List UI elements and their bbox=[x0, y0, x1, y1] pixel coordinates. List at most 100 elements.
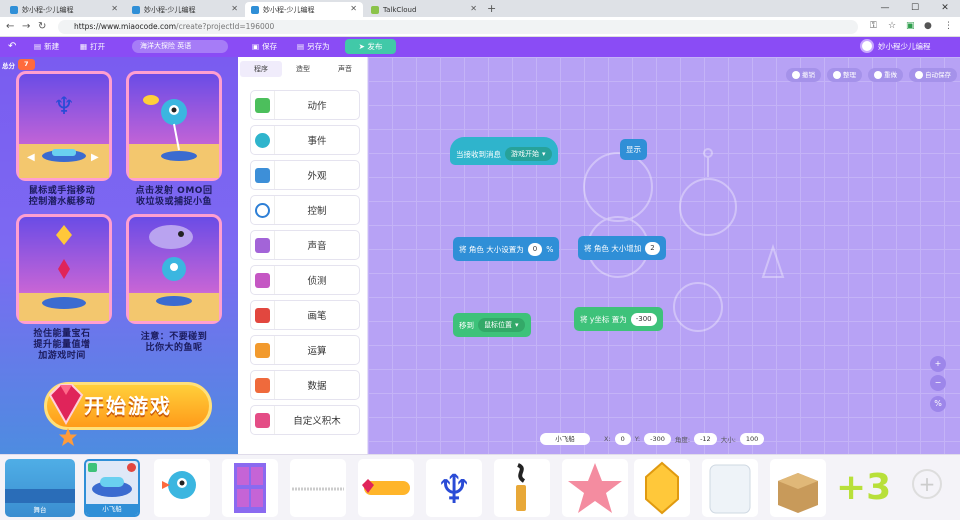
kebab-menu-icon[interactable]: ⋮ bbox=[944, 21, 953, 31]
x-input[interactable]: 0 bbox=[614, 433, 631, 445]
y-input[interactable]: -300 bbox=[644, 433, 671, 445]
sensing-icon bbox=[255, 272, 270, 288]
redo-button[interactable]: 重做 bbox=[868, 68, 903, 82]
sprite-item-selected[interactable]: 小飞船 bbox=[84, 459, 140, 517]
category-sensing[interactable]: 侦测 bbox=[250, 265, 360, 295]
star-icon[interactable]: ☆ bbox=[888, 21, 896, 31]
category-label: 事件 bbox=[307, 136, 327, 147]
sprite-item[interactable] bbox=[494, 459, 550, 517]
delete-icon[interactable] bbox=[127, 463, 136, 472]
when-receive-block[interactable]: 当接收到消息 游戏开始 ▾ bbox=[450, 137, 558, 165]
code-workspace[interactable]: 撤销 整理 重做 自动保存 当接收到消息 游戏开始 ▾ 显示 将 角色 大小设置为… bbox=[368, 57, 960, 454]
direction-input[interactable]: -12 bbox=[694, 433, 717, 445]
size-input[interactable]: 100 bbox=[739, 433, 765, 445]
tab-costumes[interactable]: 造型 bbox=[282, 61, 324, 77]
size-value-input[interactable]: 0 bbox=[527, 242, 543, 256]
zoom-reset-button[interactable]: % bbox=[930, 396, 946, 412]
undo-button[interactable]: 撤销 bbox=[786, 68, 821, 82]
key-icon[interactable]: ⚿ bbox=[870, 21, 877, 31]
tab-sounds[interactable]: 声音 bbox=[324, 61, 366, 77]
category-data[interactable]: 数据 bbox=[250, 370, 360, 400]
score-label: 总分 bbox=[2, 61, 15, 70]
message-dropdown[interactable]: 游戏开始 ▾ bbox=[505, 147, 552, 161]
sprite-item[interactable] bbox=[222, 459, 278, 517]
custom-block-icon bbox=[255, 412, 270, 428]
category-label: 外观 bbox=[307, 171, 327, 182]
reload-icon[interactable]: ↻ bbox=[38, 21, 46, 32]
minimize-icon[interactable]: — bbox=[870, 0, 900, 17]
category-events[interactable]: 事件 bbox=[250, 125, 360, 155]
category-motion[interactable]: 动作 bbox=[250, 90, 360, 120]
stage-preview[interactable]: 总分 7 ♆ ◀ ▶ 鼠标或手指移动 控制潜水艇移动 点击发射 OMO回 收垃圾… bbox=[0, 57, 238, 454]
tab-code[interactable]: 程序 bbox=[240, 61, 282, 77]
sprite-item[interactable] bbox=[770, 459, 826, 517]
close-icon[interactable]: ✕ bbox=[231, 4, 238, 13]
direction-label: 角度: bbox=[674, 436, 691, 444]
block-text: 将 y坐标 置为 bbox=[580, 314, 627, 324]
change-size-block[interactable]: 将 角色 大小增加 2 bbox=[578, 236, 666, 260]
instruction-card-gem bbox=[16, 214, 112, 324]
plus-three-label: +3 bbox=[836, 467, 890, 508]
forward-icon[interactable]: → bbox=[22, 21, 30, 32]
sprite-item[interactable] bbox=[634, 459, 690, 517]
profile-icon[interactable]: ● bbox=[924, 21, 932, 31]
browser-tab[interactable]: 妙小程-少儿编程 ✕ bbox=[4, 2, 124, 17]
category-sound[interactable]: 声音 bbox=[250, 230, 360, 260]
category-custom-blocks[interactable]: 自定义积木 bbox=[250, 405, 360, 435]
close-icon[interactable]: ✕ bbox=[350, 4, 357, 13]
category-looks[interactable]: 外观 bbox=[250, 160, 360, 190]
sprite-item[interactable] bbox=[562, 459, 628, 517]
extension-icon[interactable]: ▣ bbox=[906, 21, 915, 31]
sprite-item[interactable]: ♆ bbox=[426, 459, 482, 517]
target-dropdown[interactable]: 鼠标位置 ▾ bbox=[478, 318, 525, 332]
tidy-button[interactable]: 整理 bbox=[827, 68, 862, 82]
back-arrow-icon[interactable]: ↶ bbox=[8, 40, 16, 54]
move-to-block[interactable]: 移到 鼠标位置 ▾ bbox=[453, 313, 531, 337]
url-field[interactable]: https://www.miaocode.com/create?projectI… bbox=[58, 20, 858, 34]
favicon-icon bbox=[132, 5, 140, 14]
stage-thumbnail[interactable]: 舞台 bbox=[5, 459, 75, 517]
publish-button[interactable]: ➤ 发布 bbox=[345, 39, 396, 54]
close-window-icon[interactable]: ✕ bbox=[930, 0, 960, 17]
sprite-item[interactable] bbox=[358, 459, 414, 517]
set-y-block[interactable]: 将 y坐标 置为 -300 bbox=[574, 307, 663, 331]
back-icon[interactable]: ← bbox=[6, 21, 14, 32]
close-icon[interactable]: ✕ bbox=[470, 4, 477, 13]
zoom-in-button[interactable]: + bbox=[930, 356, 946, 372]
open-button[interactable]: ▦ 打开 bbox=[80, 40, 105, 54]
caret-down-icon: ▾ bbox=[515, 321, 519, 329]
maximize-icon[interactable]: ☐ bbox=[900, 0, 930, 17]
stage-backdrop-thumbnail bbox=[5, 489, 75, 503]
user-menu[interactable]: 妙小程少儿编程 bbox=[860, 39, 931, 53]
add-sprite-button[interactable]: + bbox=[912, 469, 942, 499]
block-text: 当接收到消息 bbox=[456, 149, 501, 159]
sprite-name-input[interactable]: 小飞船 bbox=[540, 433, 590, 445]
sprite-item[interactable] bbox=[154, 459, 210, 517]
category-pen[interactable]: 画笔 bbox=[250, 300, 360, 330]
browser-tab[interactable]: 妙小程-少儿编程 ✕ bbox=[126, 2, 244, 17]
close-icon[interactable]: ✕ bbox=[111, 4, 118, 13]
sprite-item[interactable] bbox=[702, 459, 758, 517]
autosave-button[interactable]: 自动保存 bbox=[909, 68, 957, 82]
score-display: 总分 7 bbox=[2, 59, 35, 70]
zoom-out-button[interactable]: − bbox=[930, 375, 946, 391]
sprite-item[interactable]: +3 bbox=[834, 459, 890, 517]
show-block[interactable]: 显示 bbox=[620, 139, 647, 160]
change-size-input[interactable]: 2 bbox=[645, 241, 660, 255]
category-control[interactable]: 控制 bbox=[250, 195, 360, 225]
category-operators[interactable]: 运算 bbox=[250, 335, 360, 365]
project-name-input[interactable]: 海洋大探险 英语 bbox=[132, 40, 228, 53]
sprite-item[interactable] bbox=[290, 459, 346, 517]
save-as-button[interactable]: ▤ 另存为 bbox=[297, 40, 330, 54]
save-button[interactable]: ▣ 保存 bbox=[252, 40, 277, 54]
sprite-list: 舞台 小飞船 ♆ +3 + bbox=[0, 454, 960, 520]
browser-tab[interactable]: TalkCloud ✕ bbox=[365, 2, 483, 17]
new-button[interactable]: ▤ 新建 bbox=[34, 40, 59, 54]
x-label: X: bbox=[604, 435, 611, 443]
browser-tab-active[interactable]: 妙小程-少儿编程 ✕ bbox=[245, 2, 363, 17]
y-value-input[interactable]: -300 bbox=[630, 312, 657, 326]
palette-tabs: 程序 造型 声音 bbox=[240, 61, 366, 77]
set-size-block[interactable]: 将 角色 大小设置为 0 % bbox=[453, 237, 560, 261]
new-tab-button[interactable]: + bbox=[487, 2, 496, 15]
copy-icon[interactable] bbox=[88, 463, 97, 472]
